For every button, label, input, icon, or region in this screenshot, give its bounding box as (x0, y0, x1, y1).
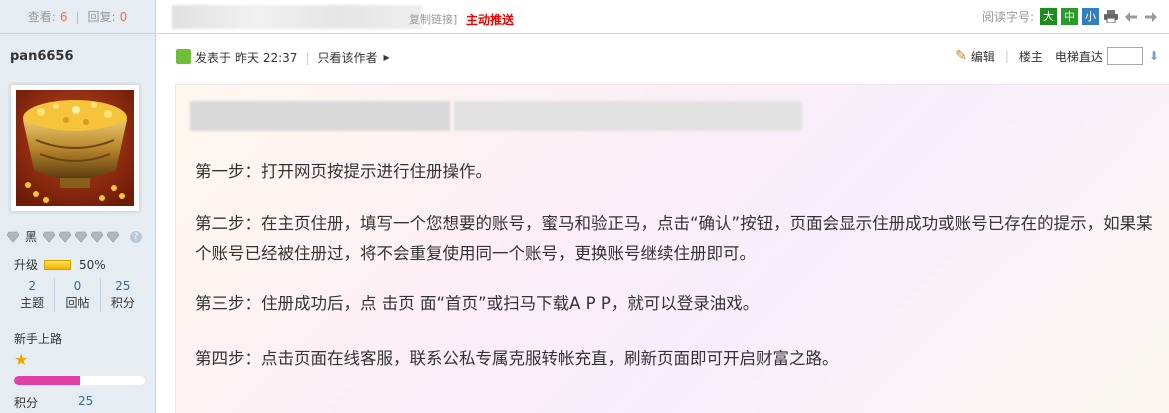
blurred-thread-title (172, 5, 422, 29)
edit-link[interactable]: 编辑 (971, 48, 995, 65)
font-size-controls: 阅读字号: 大 中 小 (982, 8, 1159, 25)
floor-jump-input[interactable] (1106, 47, 1143, 65)
blurred-line (190, 101, 450, 131)
diamond-icon (6, 231, 20, 242)
step-paragraph: 第三步：住册成功后，点 击页 面“首页”或扫马下载A P P，就可以登录油戏。 (195, 294, 760, 313)
posted-time: 昨天 22:37 (235, 51, 298, 65)
step-paragraph: 第四步：点击页面在线客服，联系公私专属克服转帐充直，刷新页面即可开启财富之路。 (195, 349, 839, 368)
points-progress-bar (14, 376, 145, 385)
font-small-button[interactable]: 小 (1082, 8, 1099, 25)
diamond-icon (106, 231, 120, 242)
diamond-icon (42, 231, 56, 242)
diamond-icon (58, 231, 72, 242)
count-replies[interactable]: 0 回帖 (54, 278, 99, 312)
replies-label: 回复: (87, 10, 116, 24)
count-threads[interactable]: 2 主题 (10, 278, 54, 312)
copy-link[interactable]: 复制链接] (409, 11, 457, 27)
push-link[interactable]: 主动推送 (466, 11, 514, 28)
user-group-title[interactable]: 新手上路 (14, 330, 62, 347)
count-label: 积分 (110, 296, 135, 310)
down-arrow-icon[interactable]: ⬇ (1149, 49, 1159, 63)
floor-label: 楼主 (1018, 49, 1043, 64)
meta-divider: | (305, 50, 310, 65)
points-row: 积分 25 (14, 394, 93, 411)
views-label: 查看: (27, 10, 56, 24)
avatar-image (16, 90, 134, 206)
count-label: 回帖 (65, 296, 90, 310)
post-header: 发表于 昨天 22:37 | 只看该作者 ▶ ✎ 编辑 | 楼主 电梯直达 ⬇ (157, 35, 1169, 77)
upgrade-percent: 50% (79, 257, 106, 272)
action-divider: | (1004, 49, 1009, 63)
diamond-icon (74, 231, 88, 242)
points-progress-fill (14, 376, 80, 385)
upgrade-bar (44, 259, 72, 270)
points-value: 25 (78, 394, 94, 408)
star-icon: ★ (14, 350, 29, 369)
font-large-button[interactable]: 大 (1040, 8, 1057, 25)
prev-arrow-icon[interactable] (1123, 9, 1139, 25)
step-paragraph: 第一步：打开网页按提示进行住册操作。 (195, 162, 492, 181)
font-size-label: 阅读字号: (981, 10, 1034, 24)
count-points[interactable]: 25 积分 (99, 278, 145, 312)
help-icon[interactable]: ? (130, 230, 143, 243)
thread-topbar: 复制链接] 主动推送 阅读字号: 大 中 小 (157, 0, 1169, 34)
upgrade-progress: 升级 50% (14, 256, 106, 273)
user-counts: 2 主题 0 回帖 25 积分 (10, 278, 145, 312)
author-name[interactable]: pan6656 (0, 34, 155, 74)
print-icon[interactable] (1103, 9, 1119, 25)
post-meta: 发表于 昨天 22:37 | 只看该作者 ▶ (195, 49, 390, 66)
rank-icons: 黑 ? (6, 228, 143, 245)
views-count: 6 (59, 9, 68, 24)
rank-label: 黑 (25, 230, 38, 244)
stats-divider: | (75, 9, 80, 24)
points-label: 积分 (14, 396, 39, 410)
count-value: 2 (28, 279, 36, 293)
count-value: 25 (115, 279, 131, 293)
post-actions: ✎ 编辑 | 楼主 电梯直达 ⬇ (955, 47, 1159, 65)
post-content: 第一步：打开网页按提示进行住册操作。 第二步：在主页住册，填写一个您想要的账号，… (175, 84, 1169, 413)
count-label: 主题 (20, 296, 45, 310)
upgrade-label: 升级 (14, 258, 39, 272)
author-sidebar: 查看: 6 | 回复: 0 pan6656 黑 ? 升级 50% 2 主题 0 … (0, 0, 156, 413)
avatar[interactable] (10, 84, 140, 212)
pencil-icon: ✎ (955, 48, 967, 64)
caret-right-icon: ▶ (383, 53, 390, 62)
online-status-icon (176, 49, 191, 64)
thread-stats: 查看: 6 | 回复: 0 (0, 0, 155, 34)
next-arrow-icon[interactable] (1143, 9, 1159, 25)
diamond-icon (90, 231, 104, 242)
font-medium-button[interactable]: 中 (1061, 8, 1078, 25)
step-paragraph: 第二步：在主页住册，填写一个您想要的账号，蜜马和验正马，点击“确认”按钮，页面会… (195, 214, 1153, 263)
blurred-line (454, 101, 802, 131)
author-only-link[interactable]: 只看该作者 (317, 49, 377, 66)
elevator-label: 电梯直达 (1054, 49, 1103, 64)
replies-count: 0 (119, 9, 128, 24)
count-value: 0 (73, 279, 82, 293)
posted-label: 发表于 (195, 51, 232, 65)
